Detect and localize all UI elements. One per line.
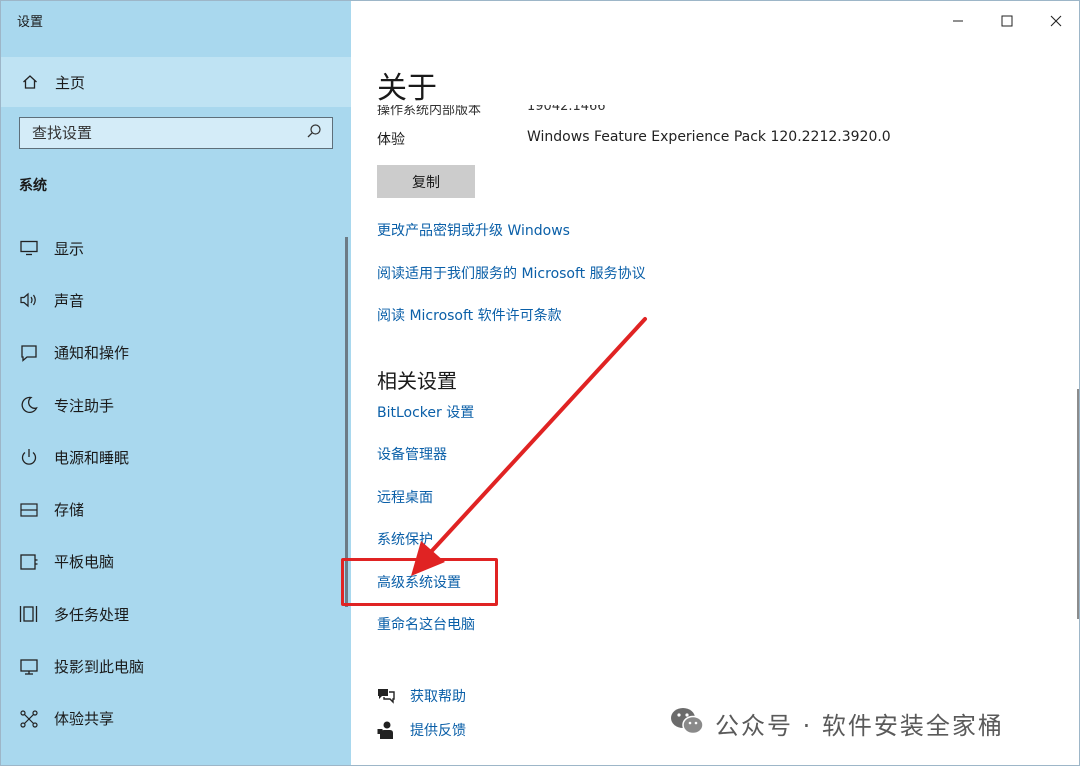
sidebar-item-tablet[interactable]: 平板电脑 bbox=[1, 536, 351, 588]
watermark: 公众号 · 软件安装全家桶 bbox=[669, 705, 1004, 741]
sidebar-item-sound[interactable]: 声音 bbox=[1, 274, 351, 326]
os-build-value: 19042.1466 bbox=[527, 105, 606, 114]
sidebar-item-storage[interactable]: 存储 bbox=[1, 483, 351, 535]
close-button[interactable] bbox=[1033, 7, 1079, 35]
experience-value: Windows Feature Experience Pack 120.2212… bbox=[527, 129, 891, 145]
sidebar-scrollbar[interactable] bbox=[345, 237, 348, 607]
related-settings-title: 相关设置 bbox=[377, 369, 457, 393]
storage-icon bbox=[19, 500, 39, 520]
watermark-text: 公众号 · 软件安装全家桶 bbox=[715, 711, 1004, 740]
sidebar: 设置 主页 系统 显示 声 bbox=[1, 1, 351, 765]
feedback-label: 提供反馈 bbox=[410, 723, 466, 739]
sidebar-item-display[interactable]: 显示 bbox=[1, 222, 351, 274]
link-system-protection[interactable]: 系统保护 bbox=[377, 529, 433, 549]
settings-window: 设置 主页 系统 显示 声 bbox=[0, 0, 1080, 766]
home-icon bbox=[21, 73, 39, 91]
maximize-icon bbox=[1001, 15, 1013, 27]
section-label: 系统 bbox=[19, 178, 47, 194]
projection-icon bbox=[19, 657, 39, 677]
moon-icon bbox=[19, 395, 39, 415]
sidebar-item-projection[interactable]: 投影到此电脑 bbox=[1, 640, 351, 692]
sidebar-item-focus-assist[interactable]: 专注助手 bbox=[1, 379, 351, 431]
sidebar-item-multitasking[interactable]: 多任务处理 bbox=[1, 588, 351, 640]
tablet-icon bbox=[19, 552, 39, 572]
link-services-agreement[interactable]: 阅读适用于我们服务的 Microsoft 服务协议 bbox=[377, 263, 646, 283]
feedback-row[interactable]: 提供反馈 bbox=[375, 719, 466, 741]
sidebar-item-label: 专注助手 bbox=[54, 396, 115, 415]
copy-button[interactable]: 复制 bbox=[377, 165, 475, 198]
app-title: 设置 bbox=[17, 15, 44, 30]
link-change-product-key[interactable]: 更改产品密钥或升级 Windows bbox=[377, 220, 570, 240]
sidebar-item-label: 体验共享 bbox=[54, 710, 115, 729]
os-build-row: 操作系统内部版本 19042.1466 bbox=[377, 105, 1077, 117]
link-bitlocker[interactable]: BitLocker 设置 bbox=[377, 402, 474, 422]
annotation-highlight-box bbox=[341, 558, 498, 606]
sidebar-item-label: 通知和操作 bbox=[54, 344, 130, 363]
close-icon bbox=[1050, 15, 1062, 27]
sidebar-item-label: 存储 bbox=[54, 501, 85, 520]
monitor-icon bbox=[19, 238, 39, 258]
help-icon bbox=[375, 685, 397, 707]
link-rename-pc[interactable]: 重命名这台电脑 bbox=[377, 614, 475, 634]
notification-icon bbox=[19, 343, 39, 363]
search-box[interactable] bbox=[19, 117, 333, 149]
search-input[interactable] bbox=[32, 124, 292, 142]
sidebar-item-notifications[interactable]: 通知和操作 bbox=[1, 327, 351, 379]
page-title: 关于 bbox=[377, 71, 437, 106]
power-icon bbox=[19, 447, 39, 467]
sidebar-item-label: 声音 bbox=[54, 291, 85, 310]
feedback-icon bbox=[375, 719, 397, 741]
os-build-key: 操作系统内部版本 bbox=[377, 105, 482, 117]
main-content: 关于 操作系统内部版本 19042.1466 体验 Windows Featur… bbox=[351, 1, 1079, 765]
link-license-terms[interactable]: 阅读 Microsoft 软件许可条款 bbox=[377, 305, 562, 325]
speaker-icon bbox=[19, 290, 39, 310]
sidebar-item-power-sleep[interactable]: 电源和睡眠 bbox=[1, 431, 351, 483]
experience-key: 体验 bbox=[377, 132, 405, 148]
wechat-icon bbox=[669, 705, 705, 741]
content-scrollbar[interactable] bbox=[1077, 389, 1079, 619]
sidebar-home[interactable]: 主页 bbox=[1, 57, 351, 107]
minimize-button[interactable] bbox=[935, 7, 981, 35]
multitask-icon bbox=[19, 604, 39, 624]
minimize-icon bbox=[953, 20, 963, 22]
sidebar-item-label: 多任务处理 bbox=[54, 605, 130, 624]
sidebar-item-label: 平板电脑 bbox=[54, 553, 115, 572]
home-label: 主页 bbox=[55, 73, 86, 92]
link-remote-desktop[interactable]: 远程桌面 bbox=[377, 487, 433, 507]
sidebar-item-label: 投影到此电脑 bbox=[54, 658, 145, 677]
maximize-button[interactable] bbox=[984, 7, 1030, 35]
get-help-row[interactable]: 获取帮助 bbox=[375, 685, 466, 707]
sidebar-item-label: 显示 bbox=[54, 239, 85, 258]
sidebar-item-shared-experiences[interactable]: 体验共享 bbox=[1, 693, 351, 745]
search-icon[interactable] bbox=[306, 123, 322, 143]
get-help-label: 获取帮助 bbox=[410, 689, 466, 705]
sidebar-nav: 显示 声音 通知和操作 专注助手 电源和睡眠 存储 平板电脑 多任务处理 投影到… bbox=[1, 222, 351, 745]
link-device-manager[interactable]: 设备管理器 bbox=[377, 444, 447, 464]
sidebar-item-label: 电源和睡眠 bbox=[54, 448, 130, 467]
share-icon bbox=[19, 709, 39, 729]
